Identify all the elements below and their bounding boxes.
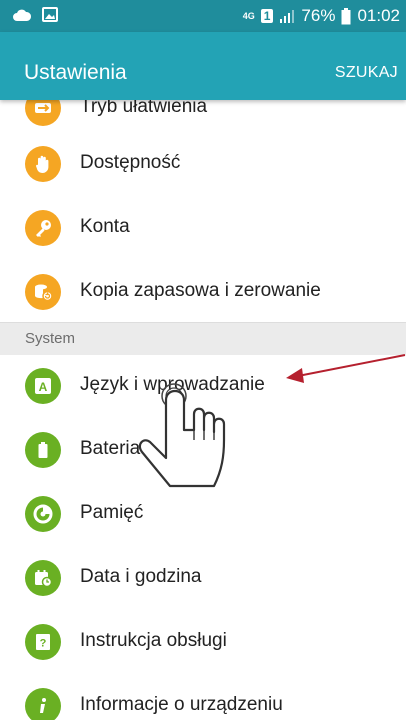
- list-item-backup-reset[interactable]: Kopia zapasowa i zerowanie: [0, 260, 406, 324]
- clock: 01:02: [357, 6, 400, 25]
- section-header-system: System: [0, 322, 406, 355]
- sim-indicator: 1: [260, 9, 274, 23]
- storage-icon: [25, 496, 61, 532]
- settings-list[interactable]: Tryb ułatwienia Dostępność Konta Kopia z…: [0, 100, 406, 720]
- hand-icon: [25, 146, 61, 182]
- list-item-battery[interactable]: Bateria: [0, 418, 406, 482]
- list-item-label: Informacje o urządzeniu: [80, 694, 283, 715]
- backup-icon: [25, 274, 61, 310]
- section-header-label: System: [25, 330, 76, 347]
- gallery-icon: [42, 7, 58, 22]
- app-bar: Ustawienia SZUKAJ: [0, 32, 406, 100]
- battery-percent: 76%: [301, 6, 336, 25]
- list-item-label: Język i wprowadzanie: [80, 374, 265, 395]
- network-type: 4G: [242, 10, 255, 21]
- language-icon: A: [25, 368, 61, 404]
- list-item-label: Pamięć: [80, 502, 144, 523]
- info-icon: [25, 688, 61, 720]
- list-item-label: Data i godzina: [80, 566, 202, 587]
- cloud-icon: [13, 9, 32, 21]
- list-item-label: Konta: [80, 216, 130, 237]
- calendar-clock-icon: [25, 560, 61, 596]
- list-item-label: Tryb ułatwienia: [80, 100, 208, 117]
- svg-text:A: A: [39, 380, 48, 394]
- list-item-device-info[interactable]: Informacje o urządzeniu: [0, 674, 406, 720]
- status-bar: 4G 1 76% 01:02: [0, 0, 406, 32]
- list-item-language-input[interactable]: A Język i wprowadzanie: [0, 354, 406, 418]
- signal-icon: [280, 10, 295, 23]
- key-icon: [25, 210, 61, 246]
- search-button[interactable]: SZUKAJ: [335, 64, 398, 82]
- list-item-accounts[interactable]: Konta: [0, 196, 406, 260]
- list-item-user-manual[interactable]: ? Instrukcja obsługi: [0, 610, 406, 674]
- list-item-accessibility[interactable]: Dostępność: [0, 132, 406, 196]
- easy-mode-icon: [25, 100, 61, 126]
- list-item-label: Dostępność: [80, 152, 181, 173]
- svg-text:?: ?: [40, 638, 47, 650]
- battery-icon: [25, 432, 61, 468]
- list-item-date-time[interactable]: Data i godzina: [0, 546, 406, 610]
- manual-icon: ?: [25, 624, 61, 660]
- list-item-storage[interactable]: Pamięć: [0, 482, 406, 546]
- list-item-label: Instrukcja obsługi: [80, 630, 227, 651]
- list-item-label: Kopia zapasowa i zerowanie: [80, 280, 321, 301]
- page-title: Ustawienia: [24, 61, 127, 84]
- battery-status-icon: [341, 7, 351, 24]
- list-item-label: Bateria: [80, 438, 141, 459]
